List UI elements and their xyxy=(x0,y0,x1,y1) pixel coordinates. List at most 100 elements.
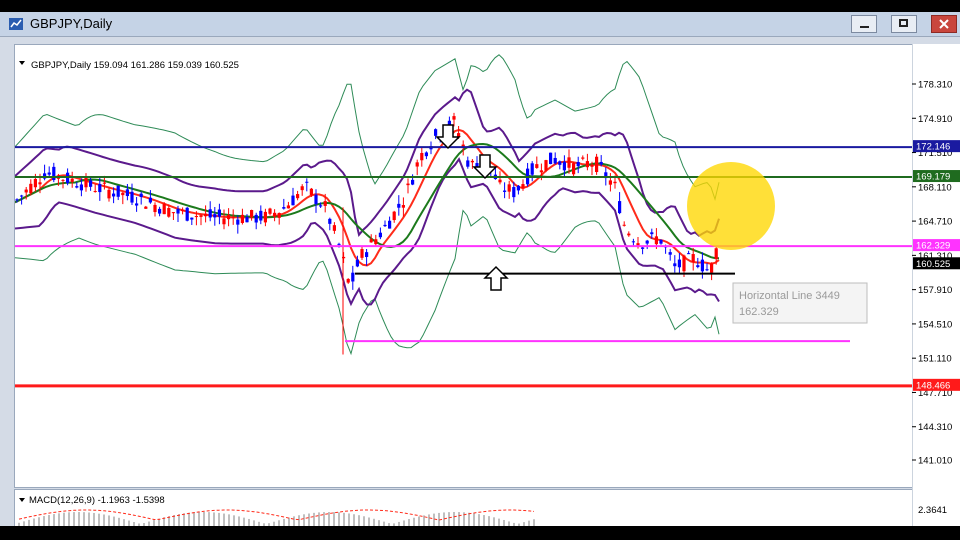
candle-body xyxy=(590,164,594,167)
title-bar[interactable]: GBPJPY,Daily xyxy=(0,12,960,37)
candle-body xyxy=(562,161,566,171)
candle-body xyxy=(300,186,304,191)
arrow-down-icon xyxy=(435,124,461,150)
axis-tick-label: 174.910 xyxy=(918,114,952,125)
chart-header: GBPJPY,Daily 159.094 161.286 159.039 160… xyxy=(31,60,239,71)
candle-body xyxy=(700,259,704,272)
candle-body xyxy=(208,209,212,218)
candle-body xyxy=(20,195,24,197)
macd-pane[interactable]: MACD(12,26,9) -1.1963 -1.5398 xyxy=(14,489,914,526)
axis-tick-label: 154.510 xyxy=(918,319,952,330)
candle-body xyxy=(305,181,309,183)
candle-body xyxy=(337,243,341,245)
candle-body xyxy=(452,116,456,120)
candle-body xyxy=(268,208,272,214)
candle-body xyxy=(645,240,649,244)
bb-outer-lower xyxy=(15,209,720,356)
candle-body xyxy=(61,179,65,181)
candle-body xyxy=(572,163,576,175)
candle-body xyxy=(181,209,185,212)
candle-body xyxy=(342,256,346,259)
axis-tick-label: 164.710 xyxy=(918,217,952,228)
candle-body xyxy=(190,217,194,220)
candle-body xyxy=(411,179,415,185)
candle-body xyxy=(654,236,658,245)
macd-histogram xyxy=(18,509,535,526)
candle-body xyxy=(346,278,350,283)
candle-body xyxy=(507,184,511,192)
candle-body xyxy=(710,263,714,273)
candle-body xyxy=(176,208,180,214)
candle-body xyxy=(263,211,267,223)
candle-body xyxy=(227,214,231,220)
price-tag: 172.146 xyxy=(916,142,950,153)
candle-body xyxy=(406,183,410,186)
minimize-button[interactable] xyxy=(851,15,877,33)
highlight-circle xyxy=(687,162,775,250)
candle-body xyxy=(291,195,295,206)
candle-body xyxy=(457,133,461,137)
candle-body xyxy=(641,247,645,249)
candle-body xyxy=(576,162,580,167)
candle-body xyxy=(240,214,244,223)
candle-body xyxy=(112,193,116,197)
candle-body xyxy=(682,255,686,272)
candle-body xyxy=(622,224,626,226)
bollinger-outer-bands xyxy=(15,54,720,356)
candle-body xyxy=(705,269,709,271)
horizontal-lines[interactable] xyxy=(15,146,913,388)
candle-body xyxy=(397,203,401,208)
macd-axis-value: 2.3641 xyxy=(918,505,947,516)
candle-body xyxy=(254,214,258,223)
candle-body xyxy=(314,194,318,205)
candle-body xyxy=(558,161,562,165)
candle-body xyxy=(52,166,56,181)
candle-body xyxy=(369,239,373,243)
candle-body xyxy=(659,239,663,244)
candle-body xyxy=(309,188,313,196)
price-axis: 178.310 174.910 171.510 168.110 164.710 161.3… xyxy=(912,44,960,526)
candle-body xyxy=(378,232,382,238)
candle-body xyxy=(388,220,392,229)
axis-tick-label: 157.910 xyxy=(918,285,952,296)
candle-body xyxy=(135,203,139,206)
candle-body xyxy=(332,225,336,231)
candle-body xyxy=(121,192,125,196)
candle-body xyxy=(231,217,235,219)
price-tag: 160.525 xyxy=(916,259,950,270)
candle-body xyxy=(222,218,226,225)
minimize-icon xyxy=(860,26,869,28)
candle-body xyxy=(365,252,369,257)
candle-body xyxy=(98,184,102,193)
candle-body xyxy=(273,212,277,217)
candle-body xyxy=(47,172,51,175)
candle-body xyxy=(139,193,143,198)
price-chart-pane[interactable]: GBPJPY,Daily 159.094 161.286 159.039 160… xyxy=(14,44,914,488)
candle-body xyxy=(250,210,254,218)
candle-body xyxy=(355,259,359,267)
candle-body xyxy=(213,214,217,218)
candle-body xyxy=(539,170,543,173)
arrow-up-icon xyxy=(483,265,509,291)
candle-body xyxy=(374,239,378,245)
candle-body xyxy=(512,187,516,198)
candle-body xyxy=(687,253,691,255)
maximize-button[interactable] xyxy=(891,15,917,33)
candle-body xyxy=(470,160,474,163)
close-button[interactable] xyxy=(931,15,957,33)
macd-signal-line xyxy=(18,509,535,521)
candle-body xyxy=(585,161,589,168)
candle-body xyxy=(415,162,419,167)
collapse-triangle-icon xyxy=(19,498,25,502)
axis-tick-label: 144.310 xyxy=(918,422,952,433)
candle-body xyxy=(167,208,171,217)
collapse-triangle-icon[interactable] xyxy=(19,61,25,65)
candle-body xyxy=(581,157,585,159)
candle-body xyxy=(259,210,263,221)
candle-body xyxy=(567,157,571,168)
candle-body xyxy=(286,205,290,209)
candle-body xyxy=(599,161,603,165)
candle-body xyxy=(323,201,327,206)
candle-body xyxy=(29,183,33,194)
candle-body xyxy=(530,163,534,175)
